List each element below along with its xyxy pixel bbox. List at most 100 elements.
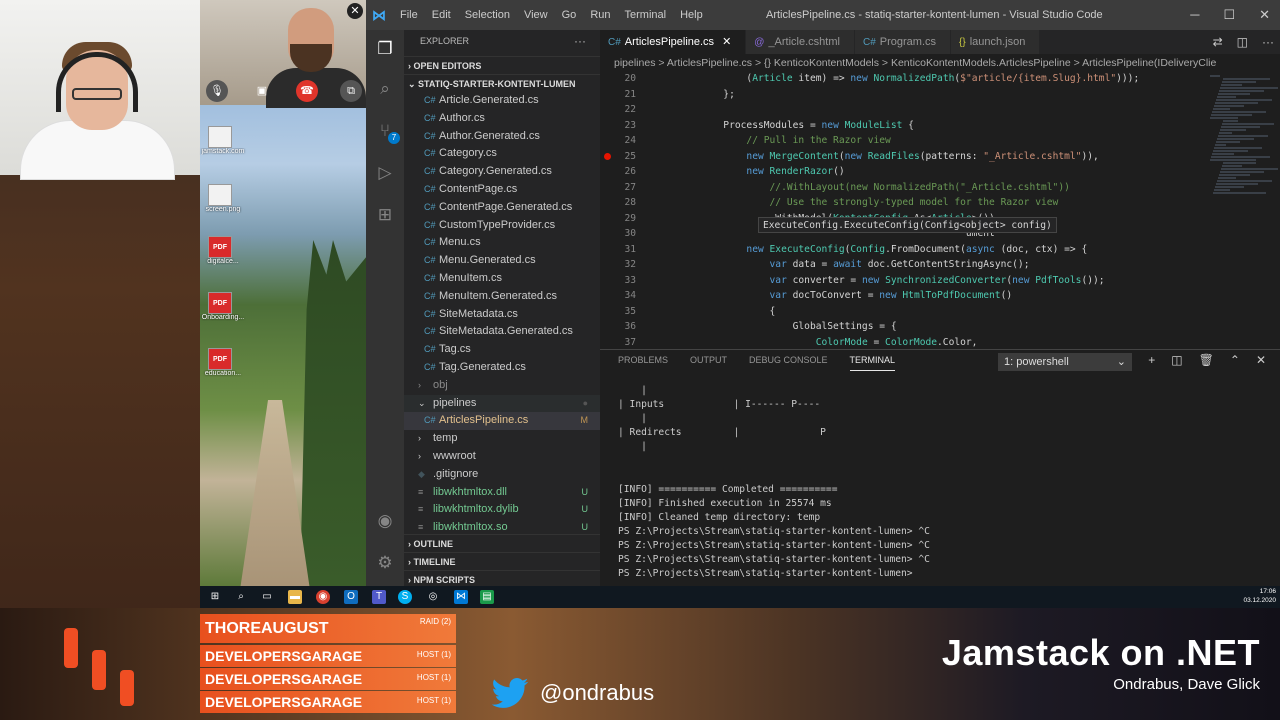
desktop-icon-file[interactable]: jamstack.com: [202, 126, 244, 155]
tree-item-file[interactable]: C# Category.cs: [404, 145, 600, 163]
new-terminal-icon[interactable]: +: [1148, 353, 1155, 367]
maximize-icon[interactable]: ☐: [1223, 7, 1235, 23]
code-line[interactable]: 24 // Pull in the Razor view: [600, 133, 1200, 149]
code-editor[interactable]: 20 (Article item) => new NormalizedPath(…: [600, 71, 1200, 349]
desktop-icon-pdf[interactable]: PDF digitalce...: [207, 236, 239, 265]
more-actions-icon[interactable]: ···: [574, 30, 586, 52]
code-line[interactable]: 33 var converter = new SynchronizedConve…: [600, 273, 1200, 289]
tree-item-file[interactable]: C# Category.Generated.cs: [404, 163, 600, 181]
tab-output[interactable]: OUTPUT: [690, 355, 727, 371]
screen-share-icon[interactable]: ⧉: [340, 80, 362, 102]
menu-help[interactable]: Help: [680, 9, 703, 21]
obs-icon[interactable]: ◎: [426, 590, 440, 604]
tree-item-file[interactable]: C# Article.Generated.cs: [404, 92, 600, 110]
tab-terminal[interactable]: TERMINAL: [849, 355, 896, 371]
desktop-icon-file[interactable]: screen.png: [206, 184, 240, 213]
open-editors-section[interactable]: › OPEN EDITORS: [404, 56, 600, 74]
trash-icon[interactable]: 🗑: [1199, 353, 1214, 367]
notepad-icon[interactable]: ▤: [480, 590, 494, 604]
code-line[interactable]: 25 new MergeContent(new ReadFiles(patter…: [600, 149, 1200, 165]
menu-selection[interactable]: Selection: [465, 9, 510, 21]
tree-item-file[interactable]: C# Menu.Generated.cs: [404, 252, 600, 270]
vscode-taskbar-icon[interactable]: ⋈: [454, 590, 468, 604]
open-changes-icon[interactable]: ⇄: [1213, 35, 1223, 49]
tree-item-file[interactable]: C# Author.Generated.cs: [404, 128, 600, 146]
more-actions-icon[interactable]: ···: [1262, 35, 1274, 49]
menu-view[interactable]: View: [524, 9, 548, 21]
gear-icon[interactable]: ⚙: [374, 552, 396, 574]
tree-item-file[interactable]: C# Tag.Generated.cs: [404, 359, 600, 377]
code-line[interactable]: 35 {: [600, 304, 1200, 320]
desktop-icon-pdf[interactable]: PDF Onboarding...: [202, 292, 244, 321]
menu-terminal[interactable]: Terminal: [625, 9, 667, 21]
code-line[interactable]: 23 ProcessModules = new ModuleList {: [600, 118, 1200, 134]
breakpoint-icon[interactable]: [604, 152, 611, 160]
tree-item-file[interactable]: C# SiteMetadata.cs: [404, 306, 600, 324]
code-line[interactable]: 27 //.WithLayout(new NormalizedPath("_Ar…: [600, 180, 1200, 196]
code-line[interactable]: 31 new ExecuteConfig(Config.FromDocument…: [600, 242, 1200, 258]
code-line[interactable]: 37 ColorMode = ColorMode.Color,: [600, 335, 1200, 350]
tree-item-file[interactable]: C# ContentPage.Generated.cs: [404, 199, 600, 217]
tree-item-folder[interactable]: › wwwroot: [404, 448, 600, 466]
maximize-panel-icon[interactable]: ⌃: [1230, 353, 1240, 367]
tree-item-folder[interactable]: ⌄ pipelines ●: [404, 394, 600, 413]
tree-item-folder[interactable]: › temp: [404, 430, 600, 448]
code-line[interactable]: 32 var data = await doc.GetContentString…: [600, 257, 1200, 273]
tree-item-file[interactable]: C# MenuItem.cs: [404, 270, 600, 288]
tree-item-file[interactable]: C# Tag.cs: [404, 341, 600, 359]
teams-icon[interactable]: T: [372, 590, 386, 604]
microphone-icon[interactable]: 🎙: [206, 80, 228, 102]
close-window-icon[interactable]: ✕: [1259, 7, 1270, 23]
search-icon[interactable]: ⌕: [234, 590, 248, 604]
code-line[interactable]: 22: [600, 102, 1200, 118]
tree-item-file[interactable]: C# SiteMetadata.Generated.cs: [404, 323, 600, 341]
menu-go[interactable]: Go: [562, 9, 577, 21]
tab-launch-json[interactable]: {} launch.json: [951, 30, 1041, 54]
chrome-icon[interactable]: ◉: [316, 590, 330, 604]
terminal-output[interactable]: | | Inputs | I------ P---- | | Redirects |…: [618, 384, 1268, 581]
close-panel-icon[interactable]: ✕: [1256, 353, 1266, 367]
tab-debug-console[interactable]: DEBUG CONSOLE: [749, 355, 828, 371]
tree-item-file[interactable]: C# Author.cs: [404, 110, 600, 128]
desktop-icon-pdf[interactable]: PDF education...: [205, 348, 241, 377]
system-clock[interactable]: 17:06 03.12.2020: [1243, 587, 1276, 605]
timeline-section[interactable]: › TIMELINE: [404, 552, 600, 570]
tree-item-file[interactable]: ≡ libwkhtmltox.dylib U: [404, 501, 600, 519]
outlook-icon[interactable]: O: [344, 590, 358, 604]
run-debug-icon[interactable]: ▷: [374, 162, 396, 184]
camera-off-icon[interactable]: ▣: [251, 80, 273, 102]
code-line[interactable]: 36 GlobalSettings = {: [600, 319, 1200, 335]
tree-item-file[interactable]: C# CustomTypeProvider.cs: [404, 217, 600, 235]
menu-edit[interactable]: Edit: [432, 9, 451, 21]
code-line[interactable]: 21 };: [600, 87, 1200, 103]
tree-item-file[interactable]: ≡ libwkhtmltox.dll U: [404, 484, 600, 502]
tab-articlespipeline[interactable]: C# ArticlesPipeline.cs ✕: [600, 30, 747, 54]
minimize-icon[interactable]: ─: [1190, 7, 1199, 23]
tree-item-file[interactable]: C# Menu.cs: [404, 234, 600, 252]
task-view-icon[interactable]: ▭: [260, 590, 274, 604]
menu-file[interactable]: File: [400, 9, 418, 21]
tree-item-file-active[interactable]: C# ArticlesPipeline.cs M: [404, 412, 600, 431]
tab-article-cshtml[interactable]: @ _Article.cshtml: [746, 30, 855, 54]
windows-start-icon[interactable]: ⊞: [208, 590, 222, 604]
code-line[interactable]: 28 // Use the strongly-typed model for t…: [600, 195, 1200, 211]
split-editor-icon[interactable]: ◫: [1237, 35, 1248, 49]
tab-problems[interactable]: PROBLEMS: [618, 355, 668, 371]
code-line[interactable]: 34 var docToConvert = new HtmlToPdfDocum…: [600, 288, 1200, 304]
terminal-select[interactable]: 1: powershell ⌄: [998, 353, 1132, 371]
minimap[interactable]: [1206, 71, 1280, 349]
tree-item-file[interactable]: C# ContentPage.cs: [404, 181, 600, 199]
outline-section[interactable]: › OUTLINE: [404, 534, 600, 552]
tree-item-folder[interactable]: › obj: [404, 377, 600, 395]
project-section[interactable]: ⌄ STATIQ-STARTER-KONTENT-LUMEN: [404, 74, 600, 92]
source-control-icon[interactable]: ⑂ 7: [374, 120, 400, 144]
close-tab-icon[interactable]: ✕: [722, 36, 731, 48]
skype-icon[interactable]: S: [398, 590, 412, 604]
tree-item-file[interactable]: C# MenuItem.Generated.cs: [404, 288, 600, 306]
menu-run[interactable]: Run: [590, 9, 610, 21]
tab-program[interactable]: C# Program.cs: [854, 30, 952, 54]
hang-up-icon[interactable]: ☎: [296, 80, 318, 102]
split-terminal-icon[interactable]: ◫: [1171, 353, 1182, 367]
extensions-icon[interactable]: ⊞: [374, 204, 396, 226]
breadcrumb[interactable]: pipelines > ArticlesPipeline.cs > {} Ken…: [600, 55, 1280, 71]
